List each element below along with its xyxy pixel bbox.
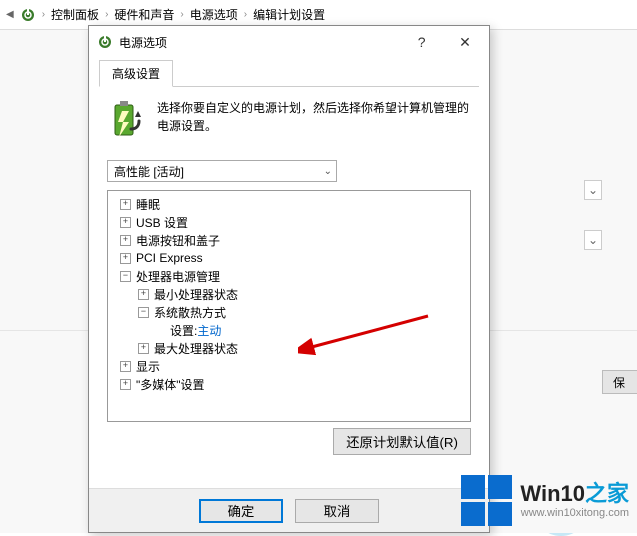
chevron-right-icon: › bbox=[105, 9, 108, 20]
setting-label: 设置: bbox=[170, 322, 197, 339]
power-options-icon bbox=[97, 34, 113, 50]
tab-advanced-settings[interactable]: 高级设置 bbox=[99, 60, 173, 87]
dialog-footer: 确定 取消 bbox=[89, 488, 489, 532]
tree-item-max-processor[interactable]: +最大处理器状态 bbox=[110, 339, 468, 357]
breadcrumb-item[interactable]: 控制面板 bbox=[51, 6, 99, 23]
breadcrumb-item[interactable]: 编辑计划设置 bbox=[253, 6, 325, 23]
tree-item-pci-express[interactable]: +PCI Express bbox=[110, 249, 468, 267]
tree-item-multimedia[interactable]: +"多媒体"设置 bbox=[110, 375, 468, 393]
power-plan-dropdown[interactable]: 高性能 [活动] ⌄ bbox=[107, 160, 337, 182]
setting-value-link[interactable]: 主动 bbox=[197, 322, 221, 339]
close-button[interactable]: ✕ bbox=[445, 28, 485, 56]
chevron-right-icon: › bbox=[180, 9, 183, 20]
expand-icon[interactable]: + bbox=[120, 235, 131, 246]
expand-icon[interactable]: + bbox=[138, 289, 149, 300]
expand-icon[interactable]: + bbox=[138, 343, 149, 354]
battery-icon bbox=[107, 99, 147, 142]
tree-item-display[interactable]: +显示 bbox=[110, 357, 468, 375]
power-options-dialog: 电源选项 ? ✕ 高级设置 选择你要自定义的电源计划，然后选择你希望计算机管理的… bbox=[88, 25, 490, 533]
expand-icon[interactable]: + bbox=[120, 361, 131, 372]
chevron-right-icon: › bbox=[42, 9, 45, 20]
expand-icon[interactable]: + bbox=[120, 253, 131, 264]
breadcrumb-item[interactable]: 硬件和声音 bbox=[114, 6, 174, 23]
tree-item-usb[interactable]: +USB 设置 bbox=[110, 213, 468, 231]
tab-strip: 高级设置 bbox=[99, 60, 479, 87]
cancel-button[interactable]: 取消 bbox=[295, 499, 379, 523]
chevron-down-icon[interactable]: ⌄ bbox=[584, 180, 602, 200]
expand-icon[interactable]: + bbox=[120, 199, 131, 210]
titlebar: 电源选项 ? ✕ bbox=[89, 26, 489, 58]
collapse-icon[interactable]: − bbox=[120, 271, 131, 282]
chevron-down-icon[interactable]: ⌄ bbox=[584, 230, 602, 250]
chevron-down-icon: ⌄ bbox=[324, 166, 332, 177]
tree-item-sleep[interactable]: +睡眠 bbox=[110, 195, 468, 213]
tree-item-cooling-setting[interactable]: 设置: 主动 bbox=[110, 321, 468, 339]
ok-button[interactable]: 确定 bbox=[199, 499, 283, 523]
dialog-title: 电源选项 bbox=[119, 34, 167, 51]
back-arrow-icon[interactable]: ◀ bbox=[6, 9, 14, 20]
tree-item-cooling-policy[interactable]: −系统散热方式 bbox=[110, 303, 468, 321]
save-button-partial[interactable]: 保 bbox=[602, 370, 637, 394]
intro-text: 选择你要自定义的电源计划，然后选择你希望计算机管理的电源设置。 bbox=[157, 99, 471, 142]
help-button[interactable]: ? bbox=[402, 28, 442, 56]
tree-item-power-buttons[interactable]: +电源按钮和盖子 bbox=[110, 231, 468, 249]
settings-tree[interactable]: +睡眠 +USB 设置 +电源按钮和盖子 +PCI Express −处理器电源… bbox=[107, 190, 471, 422]
expand-icon[interactable]: + bbox=[120, 217, 131, 228]
power-plan-icon bbox=[20, 7, 36, 23]
restore-defaults-button[interactable]: 还原计划默认值(R) bbox=[333, 428, 471, 455]
collapse-icon[interactable]: − bbox=[138, 307, 149, 318]
expand-icon[interactable]: + bbox=[120, 379, 131, 390]
tree-item-min-processor[interactable]: +最小处理器状态 bbox=[110, 285, 468, 303]
breadcrumb-item[interactable]: 电源选项 bbox=[190, 6, 238, 23]
chevron-right-icon: › bbox=[244, 9, 247, 20]
dropdown-value: 高性能 [活动] bbox=[114, 163, 184, 180]
tree-item-processor-power[interactable]: −处理器电源管理 bbox=[110, 267, 468, 285]
